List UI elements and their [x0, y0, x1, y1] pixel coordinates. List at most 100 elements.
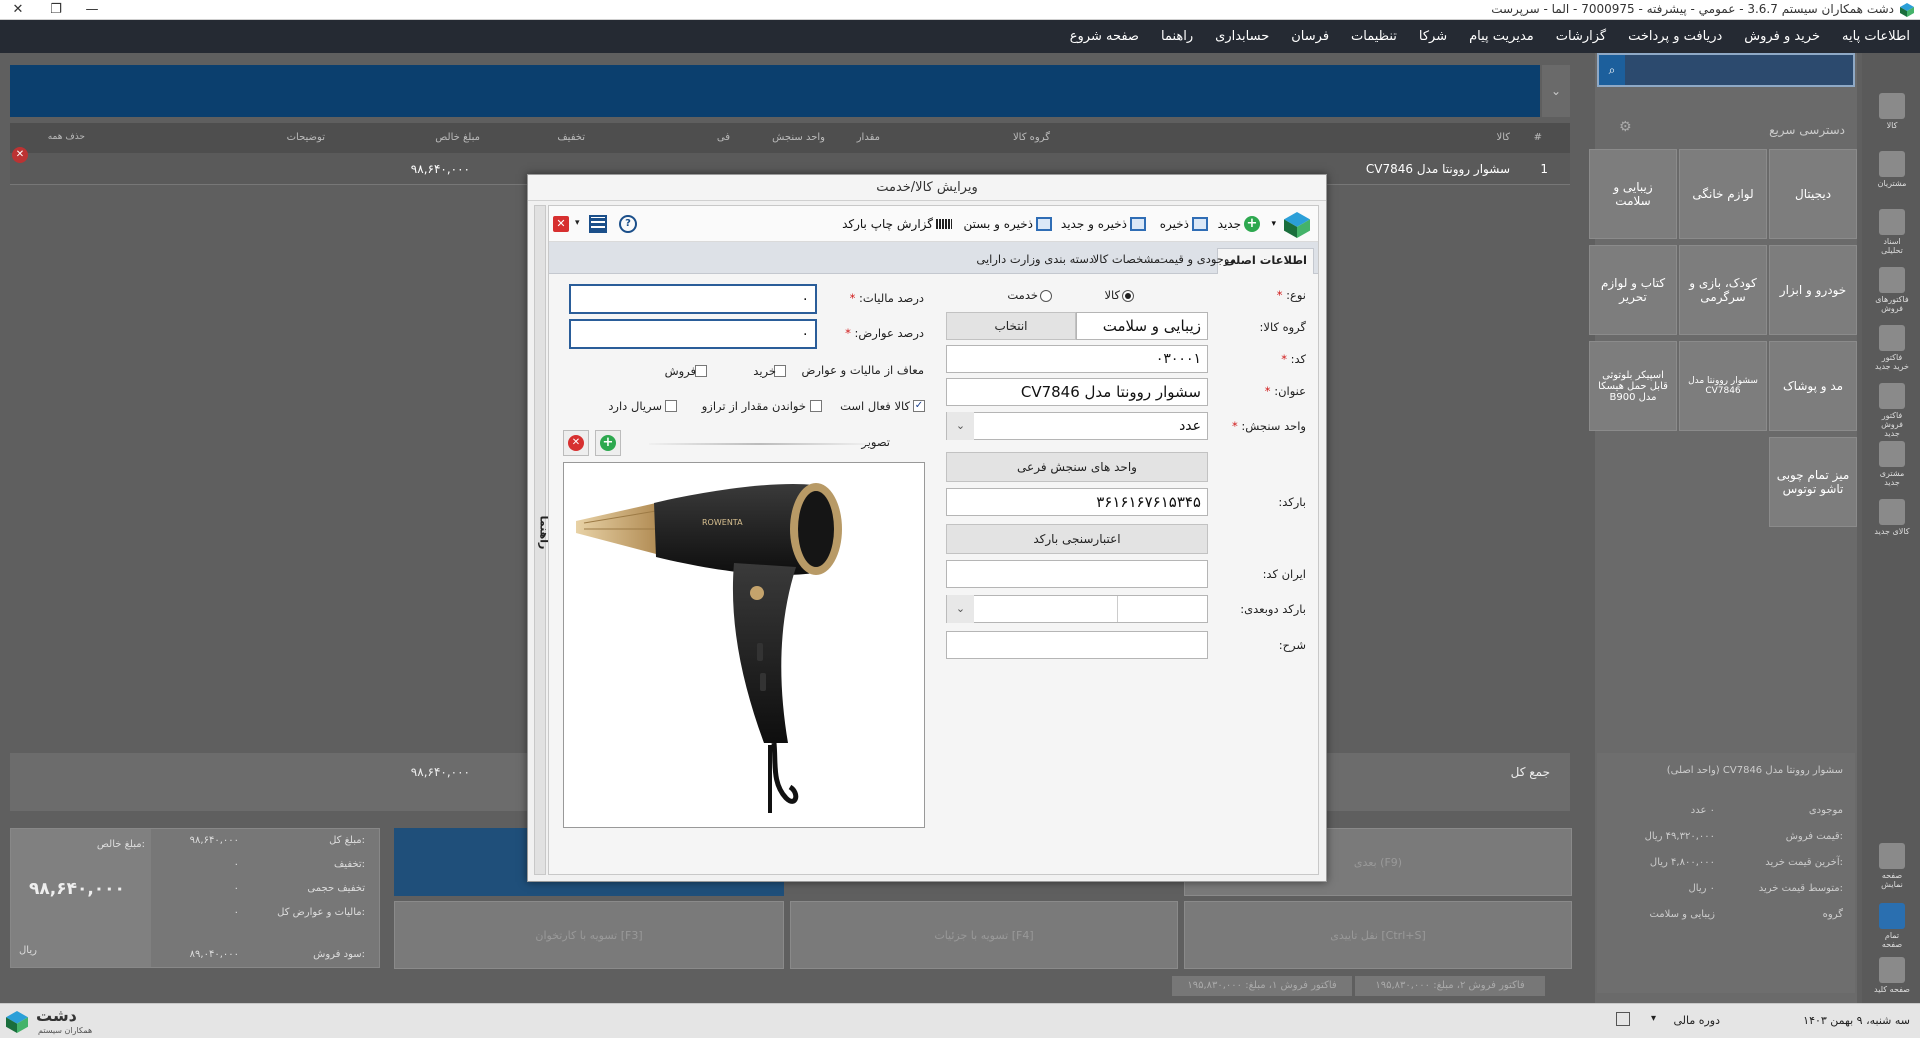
- collapse-header-icon[interactable]: ⌄: [1542, 65, 1570, 117]
- new-dropdown-button[interactable]: ▾: [1271, 215, 1276, 233]
- invoice-tab-2[interactable]: فاکتور فروش ۲، مبلغ: ۱۹۵,۸۳۰,۰۰۰: [1355, 976, 1545, 996]
- menu-item-start-page[interactable]: صفحه شروع: [1070, 29, 1139, 44]
- active-checkbox[interactable]: ✓: [913, 400, 925, 412]
- type-goods-radio[interactable]: [1122, 290, 1134, 302]
- product-image[interactable]: ROWENTA: [563, 462, 925, 828]
- minimize-window-button[interactable]: —: [78, 1, 106, 19]
- save-close-button[interactable]: ذخیره و بستن: [963, 215, 1052, 233]
- quick-tile-auto-tools[interactable]: خودرو و ابزار: [1769, 245, 1857, 335]
- tax-total-label: مالیات و عوارض کل:: [277, 907, 365, 918]
- display-shortcut-label: صفحه نمایش: [1881, 871, 1903, 889]
- sub-units-button[interactable]: واحد های سنجش فرعی: [946, 452, 1208, 482]
- menu-item-buy-sell[interactable]: خرید و فروش: [1744, 29, 1820, 44]
- analysis-shortcut[interactable]: اسناد تحلیلی: [1874, 209, 1910, 255]
- help-side-panel[interactable]: راهنما: [534, 205, 550, 875]
- invoice-tab-1[interactable]: فاکتور فروش ۱، مبلغ: ۱۹۵,۸۳۰,۰۰۰: [1172, 976, 1352, 996]
- group-label: گروه: [1822, 909, 1843, 920]
- edit-product-dialog: ویرایش کالا/خدمت راهنما ▾ + جدید ذخیره ذ…: [527, 174, 1327, 882]
- menu-item-base-info[interactable]: اطلاعات پایه: [1842, 29, 1910, 44]
- save-new-button[interactable]: ذخیره و جدید: [1061, 215, 1146, 233]
- search-box[interactable]: ⌕: [1597, 53, 1855, 87]
- quick-tile-kids-games[interactable]: کودک، بازی و سرگرمی: [1679, 245, 1767, 335]
- add-image-button[interactable]: +: [595, 430, 621, 456]
- quick-tile-table[interactable]: میز تمام چوبی تاشو توتوس: [1769, 437, 1857, 527]
- exempt-sell-checkbox[interactable]: [695, 365, 707, 377]
- type-service-radio[interactable]: [1040, 290, 1052, 302]
- row-product: سشوار روونتا مدل CV7846: [1365, 162, 1510, 176]
- tax-percent-field[interactable]: ۰: [569, 284, 817, 314]
- more-dropdown-icon[interactable]: ▾: [575, 218, 580, 228]
- quick-tile-speaker[interactable]: اسپیکر بلوتوثی قابل حمل هیسکا مدل B900: [1589, 341, 1677, 431]
- menu-item-accounting[interactable]: حسابداری: [1215, 29, 1269, 44]
- menu-item-settings[interactable]: تنظیمات: [1351, 29, 1397, 44]
- remove-image-button[interactable]: ✕: [563, 430, 589, 456]
- display-shortcut[interactable]: صفحه نمایش: [1874, 843, 1910, 889]
- menu-item-reports[interactable]: گزارشات: [1556, 29, 1606, 44]
- menu-item-receive-pay[interactable]: دریافت و پرداخت: [1628, 29, 1722, 44]
- keyboard-shortcut[interactable]: صفحه کلید: [1874, 957, 1910, 994]
- tab-tax-category[interactable]: دسته بندی وزارت دارایی: [970, 248, 1100, 270]
- close-window-button[interactable]: ✕: [4, 1, 32, 19]
- new-product-shortcut[interactable]: کالای جدید: [1874, 499, 1910, 536]
- new-customer-shortcut[interactable]: مشتری جدید: [1874, 441, 1910, 487]
- save-icon: [1192, 217, 1208, 231]
- keyboard-shortcut-label: صفحه کلید: [1874, 985, 1910, 994]
- desc-field[interactable]: [946, 631, 1208, 659]
- duty-percent-field[interactable]: ۰: [569, 319, 817, 349]
- grid-col-index: #: [1533, 132, 1542, 143]
- info-icon[interactable]: ?: [619, 215, 637, 233]
- unit-select[interactable]: عدد: [946, 412, 1208, 440]
- save-button[interactable]: ذخیره: [1160, 215, 1208, 233]
- code-field[interactable]: ۰۳۰۰۰۱: [946, 345, 1208, 373]
- chevron-down-icon[interactable]: ⌄: [946, 412, 974, 440]
- scale-checkbox[interactable]: [810, 400, 822, 412]
- delete-all-button[interactable]: حذف همه: [48, 132, 85, 142]
- menu-item-farsan[interactable]: فرسان: [1291, 29, 1329, 44]
- customers-shortcut[interactable]: مشتریان: [1874, 151, 1910, 188]
- quick-tile-books[interactable]: کتاب و لوازم تحریر: [1589, 245, 1677, 335]
- barcode-field[interactable]: ۳۶۱۶۱۶۷۶۱۵۳۴۵: [946, 488, 1208, 516]
- new-sale-shortcut[interactable]: فاکتور فروش جدید: [1874, 383, 1910, 438]
- menu-item-partners[interactable]: شرکا: [1419, 29, 1447, 44]
- settle-detail-button[interactable]: تسویه با جزئیات [F4]: [790, 901, 1178, 969]
- new-purchase-shortcut[interactable]: فاکتور خرید جدید: [1874, 325, 1910, 371]
- products-shortcut[interactable]: کالا: [1874, 93, 1910, 130]
- barcode-report-button[interactable]: گزارش چاپ بارکد: [842, 215, 952, 233]
- close-icon[interactable]: ✕: [553, 216, 569, 232]
- menu-item-help[interactable]: راهنما: [1161, 29, 1193, 44]
- gear-icon[interactable]: ⚙: [1619, 119, 1632, 135]
- film-icon[interactable]: [589, 215, 607, 233]
- new-customer-shortcut-label: مشتری جدید: [1879, 469, 1905, 487]
- type-label: نوع: *: [1276, 288, 1306, 302]
- new-product-shortcut-label: کالای جدید: [1874, 527, 1910, 536]
- barcode2d-select[interactable]: [946, 595, 1208, 623]
- new-button[interactable]: + جدید: [1218, 215, 1260, 233]
- last-buy-label: آخرین قیمت خرید:: [1765, 857, 1843, 868]
- chevron-down-icon[interactable]: ⌄: [946, 595, 974, 623]
- name-field[interactable]: سشوار روونتا مدل CV7846: [946, 378, 1208, 406]
- settle-card-button[interactable]: تسویه با کارتخوان [F3]: [394, 901, 784, 969]
- quick-tile-home-appliances[interactable]: لوازم خانگی: [1679, 149, 1767, 239]
- fiscal-period-selector[interactable]: دوره مالی: [1673, 1014, 1720, 1027]
- row-delete-icon[interactable]: ✕: [12, 147, 28, 163]
- group-select-button[interactable]: انتخاب: [946, 312, 1076, 340]
- fullscreen-shortcut[interactable]: تمام صفحه: [1874, 903, 1910, 949]
- confirm-button[interactable]: نقل تاییدی [Ctrl+S]: [1184, 901, 1572, 969]
- menu-item-messages[interactable]: مدیریت پیام: [1469, 29, 1534, 44]
- quick-tile-fashion[interactable]: مد و پوشاک: [1769, 341, 1857, 431]
- quick-tile-hair-dryer[interactable]: سشوار روونتا مدل CV7846: [1679, 341, 1767, 431]
- restore-window-button[interactable]: ❐: [42, 1, 70, 19]
- dialog-toolbar: ▾ + جدید ذخیره ذخیره و جدید ذخیره و بستن…: [549, 206, 1318, 242]
- iran-code-field[interactable]: [946, 560, 1208, 588]
- monitor-icon[interactable]: [1616, 1012, 1630, 1026]
- search-icon[interactable]: ⌕: [1599, 55, 1625, 85]
- quick-tile-digital[interactable]: دیجیتال: [1769, 149, 1857, 239]
- group-field[interactable]: زیبایی و سلامت: [1076, 312, 1208, 340]
- fiscal-dropdown-icon[interactable]: ▾: [1651, 1013, 1656, 1024]
- serial-checkbox[interactable]: [665, 400, 677, 412]
- quick-tile-beauty[interactable]: زیبایی و سلامت: [1589, 149, 1677, 239]
- barcode-validate-button[interactable]: اعتبارسنجی بارکد: [946, 524, 1208, 554]
- sales-invoices-shortcut[interactable]: فاکتورهای فروش: [1874, 267, 1910, 313]
- unit-label-text: واحد سنجش:: [1241, 419, 1306, 433]
- save-button-label: ذخیره: [1159, 217, 1189, 231]
